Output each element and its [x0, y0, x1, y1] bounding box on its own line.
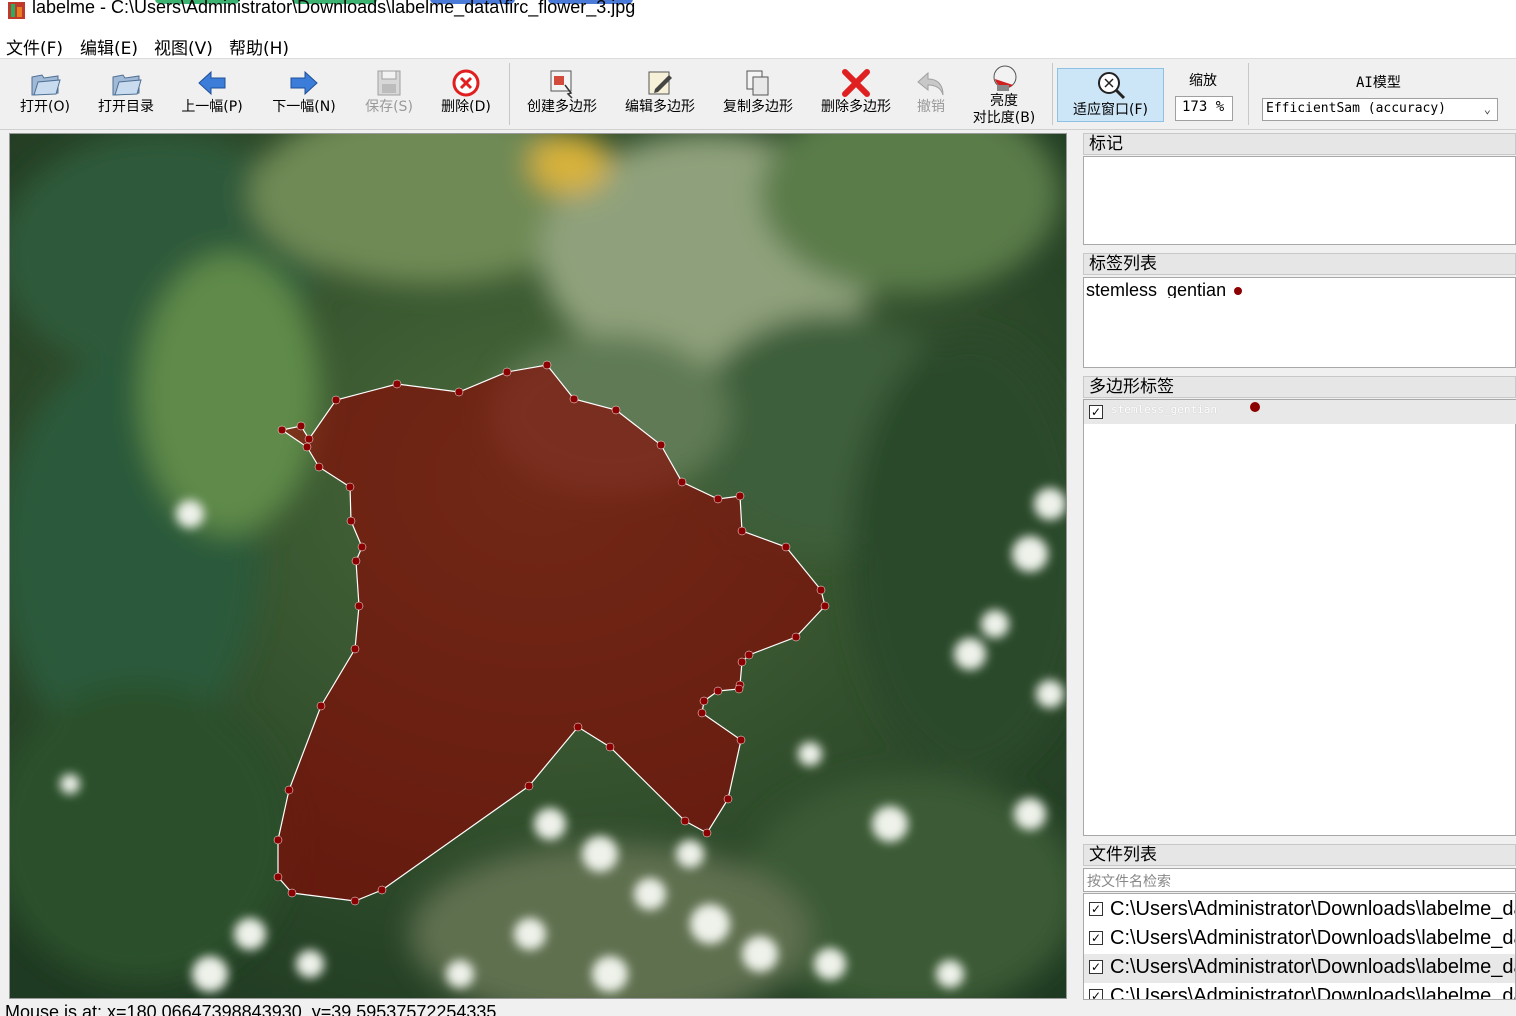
- undo-button[interactable]: 撤销: [906, 59, 956, 129]
- menu-file[interactable]: 文件(F): [6, 34, 63, 59]
- label-list-item[interactable]: stemless_gentian: [1086, 280, 1243, 298]
- open-dir-button[interactable]: 打开目录: [90, 59, 162, 129]
- file-path: C:\Users\Administrator\Downloads\labelme…: [1110, 985, 1515, 1000]
- file-search-input[interactable]: 按文件名检索: [1083, 868, 1516, 892]
- label-color-dot: [1234, 287, 1243, 295]
- delete-file-button[interactable]: 删除(D): [432, 59, 500, 129]
- create-polygon-button[interactable]: 创建多边形: [518, 59, 606, 129]
- brightness-label-line2: 对比度(B): [972, 110, 1036, 126]
- create-polygon-icon: [550, 70, 573, 99]
- file-checkbox[interactable]: ✓: [1089, 902, 1103, 916]
- delete-file-label: 删除(D): [441, 99, 491, 115]
- canvas-scrollbar[interactable]: [1068, 133, 1078, 999]
- undo-label: 撤销: [917, 99, 945, 115]
- copy-polygon-label: 复制多边形: [723, 99, 793, 115]
- folder-open-icon: [31, 74, 61, 96]
- delete-polygon-button[interactable]: 删除多边形: [812, 59, 900, 129]
- delete-circle-icon: [452, 69, 480, 97]
- prev-image-button[interactable]: 上一幅(P): [172, 59, 252, 129]
- save-label: 保存(S): [365, 99, 413, 115]
- zoom-label: 缩放: [1189, 73, 1217, 89]
- chevron-down-icon: ⌄: [1483, 102, 1491, 116]
- undo-icon: [917, 71, 944, 96]
- copy-icon: [746, 70, 769, 96]
- fit-window-button[interactable]: 适应窗口(F): [1057, 68, 1164, 122]
- flags-panel-title: 标记: [1083, 133, 1516, 155]
- zoom-spinbox[interactable]: 173 %: [1175, 96, 1233, 121]
- menu-view[interactable]: 视图(V): [154, 34, 213, 59]
- file-list-item[interactable]: ✓ C:\Users\Administrator\Downloads\label…: [1084, 925, 1515, 954]
- menu-help[interactable]: 帮助(H): [229, 34, 289, 59]
- polygon-visible-checkbox[interactable]: ✓: [1089, 405, 1103, 419]
- zoom-fit-icon: [1097, 72, 1125, 100]
- ai-model-value: EfficientSam (accuracy): [1266, 101, 1447, 116]
- label-list[interactable]: stemless_gentian: [1083, 277, 1516, 368]
- edit-polygon-label: 编辑多边形: [625, 99, 695, 115]
- open-label: 打开(O): [20, 99, 70, 115]
- file-path: C:\Users\Administrator\Downloads\labelme…: [1110, 927, 1515, 949]
- file-list[interactable]: ✓ C:\Users\Administrator\Downloads\label…: [1083, 893, 1516, 1000]
- save-button[interactable]: 保存(S): [356, 59, 422, 129]
- file-checkbox[interactable]: ✓: [1089, 931, 1103, 945]
- polygon-labels-title: 多边形标签: [1083, 376, 1516, 398]
- polygon-color-dot: [1250, 402, 1260, 412]
- menu-edit[interactable]: 编辑(E): [80, 34, 138, 59]
- file-checkbox[interactable]: ✓: [1089, 989, 1103, 999]
- labelme-icon: [8, 2, 25, 19]
- arrow-right-icon: [290, 70, 318, 96]
- edit-pencil-icon: [648, 71, 672, 95]
- brightness-label-line1: 亮度: [990, 93, 1018, 109]
- delete-polygon-label: 删除多边形: [821, 99, 891, 115]
- window-title: labelme - C:\Users\Administrator\Downloa…: [32, 0, 636, 17]
- save-icon: [377, 70, 401, 96]
- prev-image-label: 上一幅(P): [181, 99, 243, 115]
- file-list-item[interactable]: ✓ C:\Users\Administrator\Downloads\label…: [1084, 983, 1515, 1000]
- flags-list[interactable]: [1083, 156, 1516, 245]
- folder-icon: [112, 74, 142, 96]
- polygon-label-row[interactable]: ✓ stemless_gentian: [1084, 400, 1516, 424]
- red-x-icon: [842, 69, 870, 97]
- open-button[interactable]: 打开(O): [10, 59, 80, 129]
- toolbar-separator: [509, 63, 510, 125]
- fit-window-label: 适应窗口(F): [1073, 102, 1148, 118]
- file-path: C:\Users\Administrator\Downloads\labelme…: [1110, 956, 1515, 978]
- next-image-label: 下一幅(N): [272, 99, 336, 115]
- brightness-contrast-button[interactable]: 亮度 对比度(B): [962, 59, 1046, 129]
- copy-polygon-button[interactable]: 复制多边形: [714, 59, 802, 129]
- file-list-item[interactable]: ✓ C:\Users\Administrator\Downloads\label…: [1084, 896, 1515, 925]
- status-bar: Mouse is at: x=180.06647398843930, y=39.…: [0, 1000, 1516, 1016]
- ai-model-select[interactable]: EfficientSam (accuracy) ⌄: [1262, 98, 1498, 121]
- toolbar-separator: [1248, 63, 1249, 125]
- ai-model-label: AI模型: [1356, 75, 1401, 91]
- flower-photo: [10, 134, 1066, 998]
- polygon-label-text: stemless_gentian: [1111, 403, 1217, 416]
- image-canvas[interactable]: [9, 133, 1067, 999]
- arrow-left-icon: [198, 70, 226, 96]
- edit-polygon-button[interactable]: 编辑多边形: [616, 59, 704, 129]
- create-polygon-label: 创建多边形: [527, 99, 597, 115]
- file-checkbox[interactable]: ✓: [1089, 960, 1103, 974]
- brightness-icon: [993, 65, 1017, 91]
- title-bar: labelme - C:\Users\Administrator\Downloa…: [0, 0, 1516, 30]
- open-dir-label: 打开目录: [98, 99, 154, 115]
- label-list-title: 标签列表: [1083, 253, 1516, 275]
- file-list-item-selected[interactable]: ✓ C:\Users\Administrator\Downloads\label…: [1084, 954, 1515, 983]
- next-image-button[interactable]: 下一幅(N): [262, 59, 346, 129]
- menu-bar: 文件(F) 编辑(E) 视图(V) 帮助(H): [0, 30, 1516, 59]
- toolbar-separator: [1052, 63, 1053, 125]
- mouse-position-status: Mouse is at: x=180.06647398843930, y=39.…: [5, 1002, 497, 1016]
- label-list-item-text: stemless_gentian: [1086, 280, 1227, 298]
- file-list-title: 文件列表: [1083, 844, 1516, 866]
- file-path: C:\Users\Administrator\Downloads\labelme…: [1110, 898, 1515, 920]
- polygon-labels-list[interactable]: ✓ stemless_gentian: [1083, 399, 1516, 836]
